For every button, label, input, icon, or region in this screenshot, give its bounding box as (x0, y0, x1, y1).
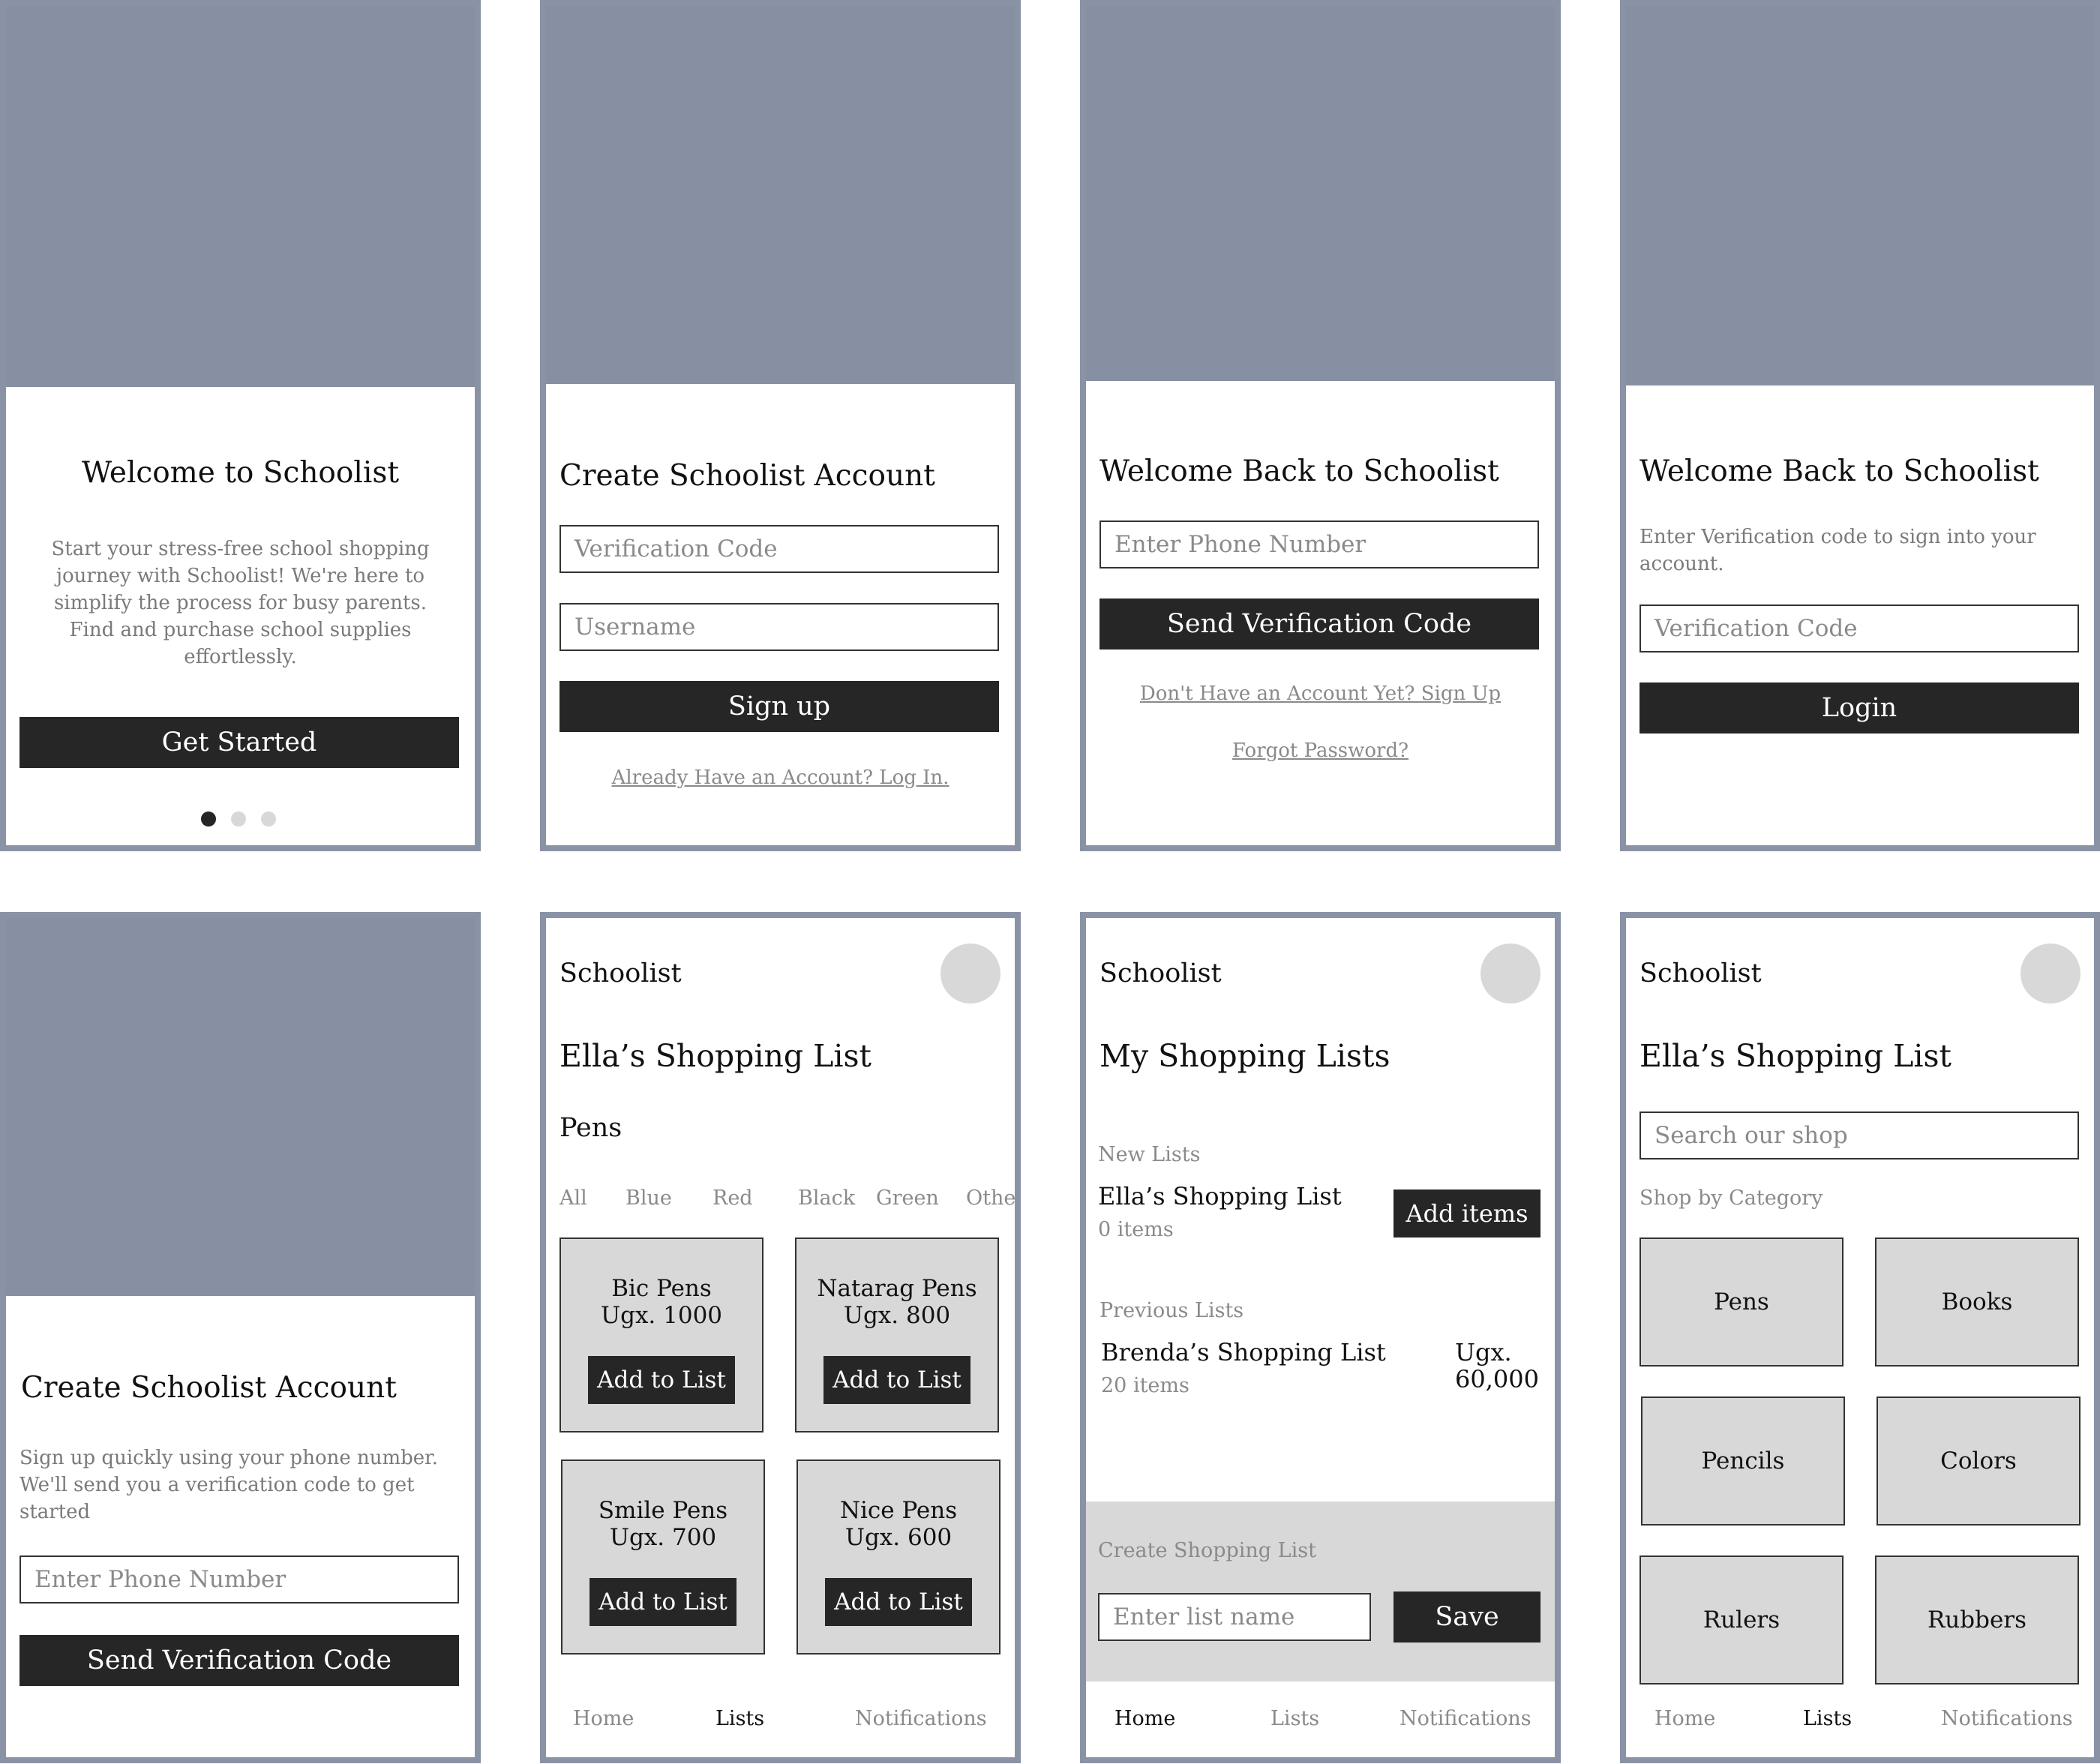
sign-up-button[interactable]: Sign up (560, 681, 999, 732)
app-brand: Schoolist (560, 958, 682, 988)
product-card[interactable]: Smile Pens Ugx. 700 Add to List (561, 1460, 765, 1654)
product-card[interactable]: Bic Pens Ugx. 1000 Add to List (560, 1238, 764, 1432)
get-started-button[interactable]: Get Started (20, 717, 459, 768)
hero-image (6, 918, 475, 1296)
product-name: Natarag Pens (817, 1275, 977, 1302)
phone-number-input[interactable]: Enter Phone Number (1100, 520, 1539, 568)
page-title: Ella’s Shopping List (560, 1038, 872, 1074)
create-list-panel: Create Shopping List Enter list name Sav… (1086, 1502, 1555, 1682)
category-pens[interactable]: Pens (1640, 1238, 1844, 1366)
category-rulers[interactable]: Rulers (1640, 1556, 1844, 1684)
create-account-title: Create Schoolist Account (21, 1371, 397, 1405)
list-item-count: 0 items (1098, 1218, 1174, 1241)
avatar[interactable] (2020, 944, 2080, 1004)
username-input[interactable]: Username (560, 603, 999, 651)
welcome-back-title: Welcome Back to Schoolist (1100, 454, 1499, 488)
previous-lists-label: Previous Lists (1100, 1299, 1244, 1322)
list-name-input[interactable]: Enter list name (1098, 1593, 1371, 1641)
nav-home[interactable]: Home (1654, 1707, 1715, 1730)
signup-instructions: Sign up quickly using your phone number.… (20, 1447, 439, 1523)
list-name[interactable]: Ella’s Shopping List (1098, 1182, 1342, 1210)
filter-all[interactable]: All (560, 1186, 587, 1210)
create-list-label: Create Shopping List (1098, 1539, 1316, 1562)
verification-code-input[interactable]: Verification Code (560, 525, 999, 573)
forgot-password-link[interactable]: Forgot Password? (1086, 740, 1555, 762)
login-instructions: Enter Verification code to sign into you… (1640, 526, 2036, 575)
create-account-title: Create Schoolist Account (560, 459, 935, 493)
verification-code-input[interactable]: Verification Code (1640, 604, 2079, 652)
filter-other[interactable]: Other (966, 1186, 1015, 1210)
carousel-dot-2[interactable] (231, 812, 246, 826)
add-to-list-button[interactable]: Add to List (590, 1578, 736, 1626)
app-brand: Schoolist (1640, 958, 1762, 988)
page-title: Ella’s Shopping List (1640, 1038, 1952, 1074)
nav-notifications[interactable]: Notifications (1400, 1707, 1532, 1730)
product-price: Ugx. 600 (844, 1524, 952, 1551)
product-name: Bic Pens (611, 1275, 712, 1302)
screen-create-account-verify: Create Schoolist Account Verification Co… (540, 0, 1021, 851)
hero-image (6, 6, 475, 387)
login-button[interactable]: Login (1640, 682, 2079, 734)
product-price: Ugx. 800 (843, 1302, 951, 1329)
screen-my-lists: Schoolist My Shopping Lists New Lists El… (1080, 912, 1561, 1763)
category-label: Shop by Category (1640, 1186, 1823, 1210)
list-amount: 60,000 (1455, 1365, 1539, 1394)
sign-up-link[interactable]: Don't Have an Account Yet? Sign Up (1086, 682, 1555, 705)
nav-lists[interactable]: Lists (1270, 1707, 1319, 1730)
search-input[interactable]: Search our shop (1640, 1112, 2079, 1160)
category-pencils[interactable]: Pencils (1641, 1396, 1845, 1526)
product-name: Smile Pens (598, 1497, 728, 1524)
list-item-count: 20 items (1101, 1374, 1190, 1397)
product-name: Nice Pens (839, 1497, 958, 1524)
product-price: Ugx. 1000 (600, 1302, 723, 1329)
hero-image (546, 6, 1015, 384)
avatar[interactable] (1480, 944, 1540, 1004)
save-button[interactable]: Save (1394, 1592, 1540, 1642)
login-link[interactable]: Already Have an Account? Log In. (546, 766, 1015, 789)
category-books[interactable]: Books (1875, 1238, 2079, 1366)
list-amount-label: Ugx. (1455, 1338, 1512, 1366)
welcome-back-title: Welcome Back to Schoolist (1640, 454, 2039, 488)
send-verification-code-button[interactable]: Send Verification Code (1100, 598, 1539, 650)
send-verification-code-button[interactable]: Send Verification Code (20, 1635, 459, 1686)
nav-lists[interactable]: Lists (1803, 1707, 1852, 1730)
filter-black[interactable]: Black (798, 1186, 855, 1210)
welcome-title: Welcome to Schoolist (81, 456, 400, 490)
add-to-list-button[interactable]: Add to List (824, 1356, 970, 1404)
filter-blue[interactable]: Blue (626, 1186, 672, 1210)
add-to-list-button[interactable]: Add to List (588, 1356, 735, 1404)
screen-shop-categories: Schoolist Ella’s Shopping List Search ou… (1620, 912, 2100, 1763)
add-to-list-button[interactable]: Add to List (825, 1578, 972, 1626)
list-name[interactable]: Brenda’s Shopping List (1101, 1338, 1386, 1366)
filter-red[interactable]: Red (712, 1186, 753, 1210)
app-brand: Schoolist (1100, 958, 1222, 988)
section-title: Pens (560, 1113, 622, 1143)
page-title: My Shopping Lists (1100, 1038, 1390, 1074)
screen-login-phone: Welcome Back to Schoolist Enter Phone Nu… (1080, 0, 1561, 851)
carousel-dot-3[interactable] (261, 812, 276, 826)
add-items-button[interactable]: Add items (1394, 1190, 1540, 1238)
screen-create-account-phone: Create Schoolist Account Sign up quickly… (0, 912, 481, 1763)
hero-image (1626, 6, 2094, 386)
carousel-dot-1[interactable] (201, 812, 216, 826)
category-colors[interactable]: Colors (1876, 1396, 2080, 1526)
screen-welcome: Welcome to Schoolist Start your stress-f… (0, 0, 481, 851)
screen-login-verify: Welcome Back to Schoolist Enter Verifica… (1620, 0, 2100, 851)
avatar[interactable] (940, 944, 1000, 1004)
nav-home[interactable]: Home (573, 1707, 634, 1730)
nav-lists[interactable]: Lists (716, 1707, 764, 1730)
filter-green[interactable]: Green (876, 1186, 939, 1210)
screen-product-list: Schoolist Ella’s Shopping List Pens All … (540, 912, 1021, 1763)
nav-home[interactable]: Home (1114, 1707, 1175, 1730)
nav-notifications[interactable]: Notifications (1941, 1707, 2073, 1730)
product-price: Ugx. 700 (609, 1524, 717, 1551)
category-rubbers[interactable]: Rubbers (1875, 1556, 2079, 1684)
phone-number-input[interactable]: Enter Phone Number (20, 1556, 459, 1604)
hero-image (1086, 6, 1555, 381)
nav-notifications[interactable]: Notifications (855, 1707, 987, 1730)
welcome-description: Start your stress-free school shopping j… (51, 538, 430, 668)
product-card[interactable]: Natarag Pens Ugx. 800 Add to List (795, 1238, 999, 1432)
new-lists-label: New Lists (1098, 1143, 1201, 1166)
product-card[interactable]: Nice Pens Ugx. 600 Add to List (796, 1460, 1000, 1654)
